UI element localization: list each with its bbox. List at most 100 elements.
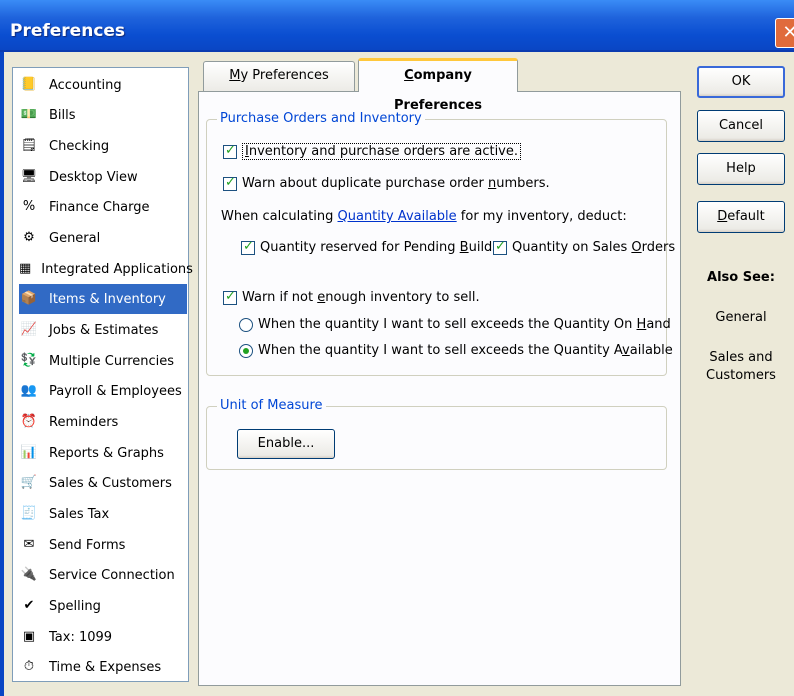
sales-orders-checkbox[interactable]: ✓ bbox=[493, 239, 507, 255]
category-item-time-expenses[interactable]: ⏱ Time & Expenses bbox=[19, 652, 187, 682]
checkmark-icon: ✓ bbox=[243, 238, 254, 254]
service-connection-icon: 🔌 bbox=[20, 567, 38, 582]
category-item-accounting[interactable]: 📒 Accounting bbox=[19, 70, 187, 100]
label-text: nventory and purchase orders are active. bbox=[248, 144, 519, 159]
preferences-panel: Purchase Orders and Inventory ✓ Inventor… bbox=[198, 91, 681, 686]
inventory-active-checkbox[interactable]: ✓ bbox=[223, 142, 237, 159]
calc-text: When calculating bbox=[221, 209, 338, 224]
window-frame-left bbox=[0, 52, 4, 696]
pending-builds-checkbox[interactable]: ✓ bbox=[241, 238, 255, 255]
unit-of-measure-group: Unit of Measure Enable... bbox=[206, 398, 667, 470]
category-item-send-forms[interactable]: ✉ Send Forms bbox=[19, 530, 187, 560]
also-see-sales-link-line1[interactable]: Sales and bbox=[690, 350, 792, 365]
title-bar: Preferences ✕ bbox=[0, 0, 794, 52]
accelerator: v bbox=[622, 343, 630, 358]
accelerator: H bbox=[636, 317, 647, 332]
category-item-spelling[interactable]: ✔ Spelling bbox=[19, 591, 187, 621]
tab-accelerator: C bbox=[404, 68, 414, 83]
items-inventory-icon: 📦 bbox=[20, 291, 38, 306]
category-item-general[interactable]: ⚙ General bbox=[19, 223, 187, 253]
category-label: Time & Expenses bbox=[49, 659, 162, 675]
also-see-heading: Also See: bbox=[707, 270, 775, 285]
general-icon: ⚙ bbox=[23, 230, 35, 245]
help-button[interactable]: Help bbox=[697, 153, 785, 185]
calc-description: When calculating Quantity Available for … bbox=[221, 209, 627, 224]
checkmark-icon: ✓ bbox=[225, 288, 236, 304]
exceeds-on-hand-radio[interactable] bbox=[239, 317, 253, 332]
pending-builds-label: Quantity reserved for Pending Builds bbox=[260, 240, 499, 255]
sales-orders-option[interactable]: ✓ Quantity on Sales Orders bbox=[493, 239, 675, 255]
reports-graphs-icon: 📊 bbox=[20, 445, 38, 460]
category-item-reports-graphs[interactable]: 📊 Reports & Graphs bbox=[19, 438, 187, 468]
warn-not-enough-checkbox[interactable]: ✓ bbox=[223, 288, 237, 305]
category-label: Send Forms bbox=[49, 537, 126, 553]
multiple-currencies-icon: 💱 bbox=[20, 353, 38, 368]
enable-unit-of-measure-button[interactable]: Enable... bbox=[237, 429, 335, 459]
tab-company-preferences[interactable]: Company Preferences bbox=[358, 58, 518, 113]
accelerator: O bbox=[631, 240, 642, 255]
category-label: Desktop View bbox=[49, 169, 138, 185]
exceeds-on-hand-option[interactable]: When the quantity I want to sell exceeds… bbox=[239, 317, 671, 332]
category-item-jobs-estimates[interactable]: 📈 Jobs & Estimates bbox=[19, 315, 187, 345]
desktop-view-icon: 🖥 bbox=[20, 169, 38, 184]
ok-button[interactable]: OK bbox=[697, 66, 785, 98]
category-item-checking[interactable]: 🗒 Checking bbox=[19, 131, 187, 161]
category-item-finance-charge[interactable]: % Finance Charge bbox=[19, 192, 187, 222]
inventory-active-option[interactable]: ✓ Inventory and purchase orders are acti… bbox=[223, 142, 522, 160]
exceeds-on-hand-label: When the quantity I want to sell exceeds… bbox=[258, 317, 671, 332]
time-expenses-icon: ⏱ bbox=[23, 659, 35, 674]
category-item-integrated-applications[interactable]: ▦ Integrated Applications bbox=[19, 254, 193, 284]
warn-duplicate-option[interactable]: ✓ Warn about duplicate purchase order nu… bbox=[223, 174, 550, 191]
default-button[interactable]: Default bbox=[697, 201, 785, 233]
finance-charge-icon: % bbox=[22, 199, 36, 214]
category-item-tax-1099[interactable]: ▣ Tax: 1099 bbox=[19, 622, 187, 652]
also-see-general-link[interactable]: General bbox=[690, 310, 792, 325]
warn-not-enough-label: Warn if not enough inventory to sell. bbox=[242, 290, 480, 305]
category-item-service-connection[interactable]: 🔌 Service Connection bbox=[19, 560, 187, 590]
warn-not-enough-option[interactable]: ✓ Warn if not enough inventory to sell. bbox=[223, 288, 480, 305]
category-item-sales-tax[interactable]: 🧾 Sales Tax bbox=[19, 499, 187, 529]
checkmark-icon: ✓ bbox=[225, 142, 236, 158]
label-text: nough inventory to sell. bbox=[325, 290, 480, 305]
group-legend: Unit of Measure bbox=[217, 398, 326, 413]
calc-text: for my inventory, deduct: bbox=[456, 209, 627, 224]
category-label: Multiple Currencies bbox=[49, 353, 175, 369]
category-label: Spelling bbox=[49, 598, 101, 614]
category-item-desktop-view[interactable]: 🖥 Desktop View bbox=[19, 162, 187, 192]
send-forms-icon: ✉ bbox=[23, 537, 35, 552]
quantity-available-link[interactable]: Quantity Available bbox=[338, 209, 457, 224]
category-item-reminders[interactable]: ⏰ Reminders bbox=[19, 407, 187, 437]
cancel-button[interactable]: Cancel bbox=[697, 110, 785, 142]
category-item-sales-customers[interactable]: 🛒 Sales & Customers bbox=[19, 468, 187, 498]
category-label: Accounting bbox=[49, 77, 122, 93]
close-button[interactable]: ✕ bbox=[775, 18, 794, 48]
tab-label: y Preferences bbox=[240, 68, 329, 83]
tab-my-preferences[interactable]: My Preferences bbox=[203, 61, 355, 91]
label-text: Quantity reserved for Pending bbox=[260, 240, 460, 255]
purchase-orders-group: Purchase Orders and Inventory ✓ Inventor… bbox=[206, 111, 675, 376]
category-item-items-inventory[interactable]: 📦 Items & Inventory bbox=[19, 284, 187, 314]
exceeds-available-option[interactable]: When the quantity I want to sell exceeds… bbox=[239, 343, 673, 358]
sales-tax-icon: 🧾 bbox=[20, 506, 38, 521]
accelerator: D bbox=[717, 209, 728, 224]
category-item-multiple-currencies[interactable]: 💱 Multiple Currencies bbox=[19, 346, 187, 376]
category-list[interactable]: 📒 Accounting 💵 Bills 🗒 Checking 🖥 Deskto… bbox=[12, 67, 193, 682]
category-label: Finance Charge bbox=[49, 199, 150, 215]
label-text: When the quantity I want to sell exceeds… bbox=[258, 317, 637, 332]
category-item-bills[interactable]: 💵 Bills bbox=[19, 100, 187, 130]
category-item-payroll-employees[interactable]: 👥 Payroll & Employees bbox=[19, 376, 187, 406]
exceeds-available-radio[interactable] bbox=[239, 343, 253, 358]
sales-orders-label: Quantity on Sales Orders bbox=[512, 240, 675, 255]
warn-duplicate-checkbox[interactable]: ✓ bbox=[223, 174, 237, 191]
tab-accelerator: M bbox=[229, 68, 241, 83]
accelerator: B bbox=[459, 240, 469, 255]
also-see-sales-link-line2[interactable]: Customers bbox=[690, 368, 792, 383]
pending-builds-option[interactable]: ✓ Quantity reserved for Pending Builds bbox=[241, 238, 499, 255]
category-label: Bills bbox=[49, 107, 76, 123]
label-text: Warn about duplicate purchase order bbox=[242, 176, 489, 191]
checking-icon: 🗒 bbox=[20, 138, 38, 153]
label-text: When the quantity I want to sell exceeds… bbox=[258, 343, 623, 358]
checkmark-icon: ✓ bbox=[225, 174, 236, 190]
label-text: and bbox=[646, 317, 671, 332]
inventory-active-label: Inventory and purchase orders are active… bbox=[242, 143, 522, 160]
